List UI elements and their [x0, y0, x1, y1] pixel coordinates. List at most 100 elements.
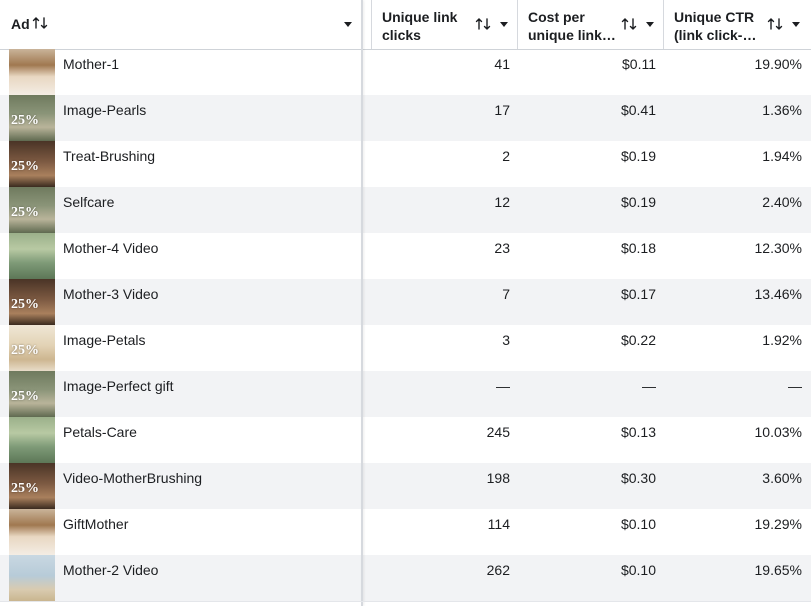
- thumbnail-discount-text: 25%: [11, 159, 39, 174]
- header-unique-ctr[interactable]: Unique CTR (link click-…: [663, 0, 811, 49]
- unique-ctr-value: —: [788, 378, 802, 394]
- table-row[interactable]: 25% Treat-Brushing 2 $0.19 1.94%: [0, 141, 811, 187]
- unique-link-clicks-value: 262: [486, 562, 510, 578]
- header-unique-link-clicks[interactable]: Unique link clicks: [371, 0, 517, 49]
- ad-name[interactable]: Selfcare: [63, 194, 114, 210]
- table-row[interactable]: Petals-Care 245 $0.13 10.03%: [0, 417, 811, 463]
- unique-link-clicks-value: 12: [494, 194, 510, 210]
- ad-thumbnail[interactable]: [9, 509, 55, 555]
- unique-ctr-value: 19.90%: [754, 56, 802, 72]
- thumbnail-discount-text: 25%: [11, 297, 39, 312]
- table-row[interactable]: Mother-2 Video 262 $0.10 19.65%: [0, 555, 811, 601]
- ad-thumbnail[interactable]: 25%: [9, 279, 55, 325]
- cost-per-unique-link-value: $0.17: [620, 286, 656, 302]
- row-background: [0, 187, 811, 233]
- table-row[interactable]: Mother-4 Video 23 $0.18 12.30%: [0, 233, 811, 279]
- ad-thumbnail[interactable]: 25%: [9, 141, 55, 187]
- ad-thumbnail[interactable]: 25%: [9, 371, 55, 417]
- thumbnail-discount-text: 25%: [11, 113, 39, 128]
- table-row[interactable]: 25% Mother-3 Video 7 $0.17 13.46%: [0, 279, 811, 325]
- header-col3-line1: Unique CTR: [674, 9, 755, 25]
- sort-icon[interactable]: [475, 16, 491, 32]
- cost-per-unique-link-value: $0.11: [622, 56, 656, 72]
- header-ad-label: Ad: [11, 16, 30, 32]
- ad-thumbnail[interactable]: 25%: [9, 187, 55, 233]
- table-row[interactable]: 25% Selfcare 12 $0.19 2.40%: [0, 187, 811, 233]
- unique-link-clicks-value: —: [496, 378, 510, 394]
- header-col1-line1: Unique link: [382, 9, 458, 25]
- unique-link-clicks-value: 23: [494, 240, 510, 256]
- header-col3-line2: (link click-…: [674, 27, 757, 43]
- header-col2-line1: Cost per: [528, 9, 585, 25]
- table-row[interactable]: 25% Image-Perfect gift — — —: [0, 371, 811, 417]
- unique-ctr-value: 1.94%: [762, 148, 802, 164]
- ad-name[interactable]: Video-MotherBrushing: [63, 470, 202, 486]
- chevron-down-icon[interactable]: [792, 22, 800, 27]
- cost-per-unique-link-value: $0.22: [620, 332, 656, 348]
- ad-name[interactable]: Mother-4 Video: [63, 240, 158, 256]
- unique-link-clicks-value: 2: [502, 148, 510, 164]
- unique-link-clicks-value: 17: [494, 102, 510, 118]
- sort-icon[interactable]: [621, 16, 637, 32]
- ad-name[interactable]: Image-Perfect gift: [63, 378, 174, 394]
- unique-link-clicks-value: 41: [494, 56, 510, 72]
- unique-ctr-value: 13.46%: [754, 286, 802, 302]
- unique-ctr-value: 19.65%: [754, 562, 802, 578]
- unique-ctr-value: 2.40%: [762, 194, 802, 210]
- unique-link-clicks-value: 245: [486, 424, 510, 440]
- unique-link-clicks-value: 198: [486, 470, 510, 486]
- thumbnail-discount-text: 25%: [11, 481, 39, 496]
- thumbnail-discount-text: 25%: [11, 389, 39, 404]
- ad-name[interactable]: Mother-1: [63, 56, 119, 72]
- table-row[interactable]: 25% Video-MotherBrushing 198 $0.30 3.60%: [0, 463, 811, 509]
- cost-per-unique-link-value: $0.19: [620, 194, 656, 210]
- chevron-down-icon[interactable]: [500, 22, 508, 27]
- unique-link-clicks-value: 7: [502, 286, 510, 302]
- sort-icon[interactable]: [32, 15, 48, 31]
- unique-ctr-value: 10.03%: [754, 424, 802, 440]
- chevron-down-icon[interactable]: [344, 22, 352, 27]
- ads-table: Ad Unique link clicks Cost per unique li…: [0, 0, 811, 606]
- table-row[interactable]: Mother-1 41 $0.11 19.90%: [0, 49, 811, 95]
- cost-per-unique-link-value: $0.18: [620, 240, 656, 256]
- ad-name[interactable]: Mother-2 Video: [63, 562, 158, 578]
- unique-ctr-value: 1.36%: [762, 102, 802, 118]
- header-ad[interactable]: Ad: [0, 0, 362, 49]
- cost-per-unique-link-value: $0.30: [620, 470, 656, 486]
- ad-thumbnail[interactable]: 25%: [9, 325, 55, 371]
- ad-thumbnail[interactable]: [9, 555, 55, 601]
- cost-per-unique-link-value: $0.13: [620, 424, 656, 440]
- ad-thumbnail[interactable]: [9, 417, 55, 463]
- table-header: Ad Unique link clicks Cost per unique li…: [0, 0, 811, 50]
- table-row[interactable]: 25% Image-Petals 3 $0.22 1.92%: [0, 325, 811, 371]
- ad-thumbnail[interactable]: 25%: [9, 95, 55, 141]
- ad-name[interactable]: Petals-Care: [63, 424, 137, 440]
- cost-per-unique-link-value: $0.41: [620, 102, 656, 118]
- header-col1-line2: clicks: [382, 27, 421, 43]
- unique-link-clicks-value: 114: [487, 516, 510, 532]
- unique-ctr-value: 12.30%: [754, 240, 802, 256]
- thumbnail-discount-text: 25%: [11, 205, 39, 220]
- ad-name[interactable]: Treat-Brushing: [63, 148, 155, 164]
- ad-thumbnail[interactable]: [9, 49, 55, 95]
- ad-thumbnail[interactable]: [9, 233, 55, 279]
- table-row[interactable]: GiftMother 114 $0.10 19.29%: [0, 509, 811, 555]
- ad-name[interactable]: Image-Petals: [63, 332, 145, 348]
- thumbnail-discount-text: 25%: [11, 343, 39, 358]
- ad-thumbnail[interactable]: 25%: [9, 463, 55, 509]
- cost-per-unique-link-value: $0.19: [620, 148, 656, 164]
- unique-link-clicks-value: 3: [502, 332, 510, 348]
- cost-per-unique-link-value: $0.10: [620, 516, 656, 532]
- header-cost-per-unique-link[interactable]: Cost per unique link…: [517, 0, 663, 49]
- ad-name[interactable]: GiftMother: [63, 516, 128, 532]
- cost-per-unique-link-value: $0.10: [620, 562, 656, 578]
- ad-name[interactable]: Image-Pearls: [63, 102, 146, 118]
- chevron-down-icon[interactable]: [646, 22, 654, 27]
- cost-per-unique-link-value: —: [642, 378, 656, 394]
- unique-ctr-value: 1.92%: [762, 332, 802, 348]
- row-background: [0, 49, 811, 95]
- table-bottom-border: [0, 601, 811, 602]
- table-row[interactable]: 25% Image-Pearls 17 $0.41 1.36%: [0, 95, 811, 141]
- sort-icon[interactable]: [767, 16, 783, 32]
- ad-name[interactable]: Mother-3 Video: [63, 286, 158, 302]
